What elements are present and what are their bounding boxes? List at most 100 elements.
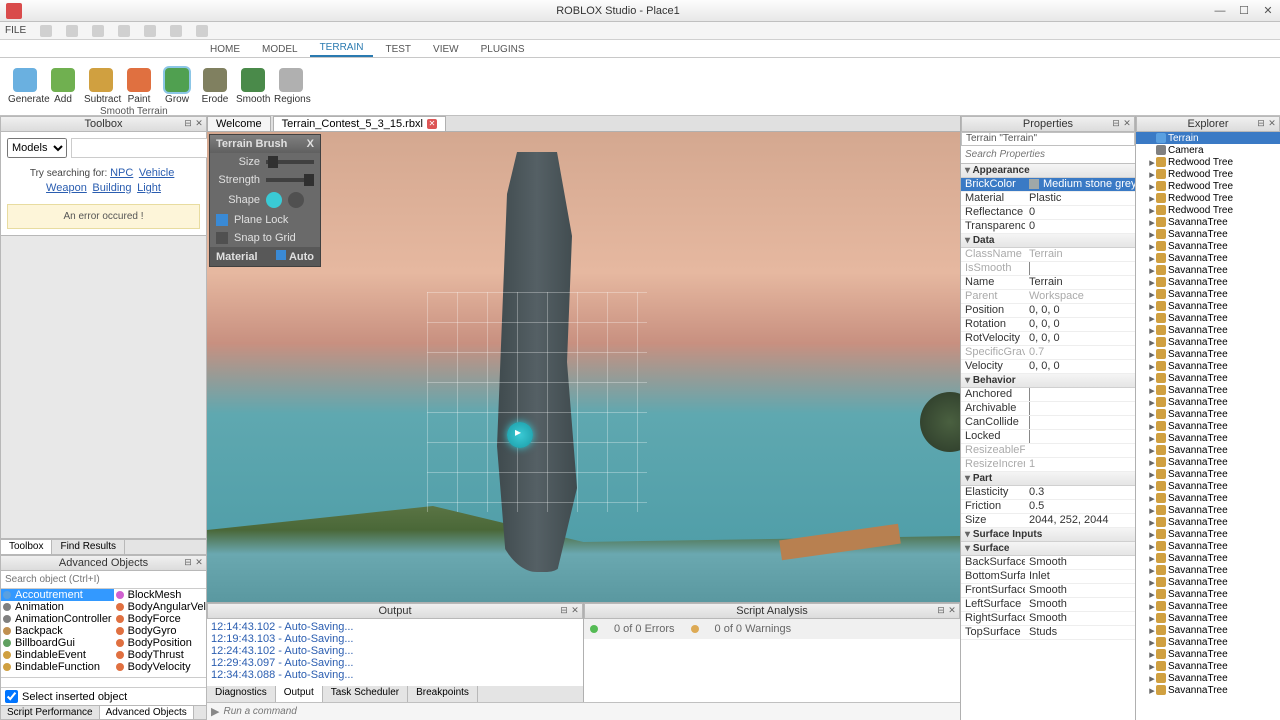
explorer-item[interactable]: ▸SavannaTree [1136,648,1280,660]
tool-smooth[interactable]: Smooth [236,68,270,105]
explorer-item[interactable]: Camera [1136,144,1280,156]
close-icon[interactable]: ✕ [194,557,204,567]
save-icon[interactable] [92,25,104,37]
play-icon[interactable] [170,25,182,37]
tool-subtract[interactable]: Subtract [84,68,118,105]
adv-item[interactable]: BlockMesh [114,589,206,601]
prop-row[interactable]: ParentWorkspace [961,290,1135,304]
prop-row[interactable]: ClassNameTerrain [961,248,1135,262]
explorer-item[interactable]: ▸SavannaTree [1136,288,1280,300]
adv-item[interactable]: Animation [1,601,114,613]
close-icon[interactable]: ✕ [570,605,580,615]
checkbox-icon[interactable] [1029,416,1131,429]
explorer-item[interactable]: ▸SavannaTree [1136,540,1280,552]
close-icon[interactable]: ✕ [427,119,437,129]
ribbon-tab-test[interactable]: TEST [375,42,421,57]
explorer-item[interactable]: ▸SavannaTree [1136,660,1280,672]
pin-icon[interactable]: ⊟ [183,118,193,128]
prop-row[interactable]: ResizeableFaces [961,444,1135,458]
prop-category[interactable]: Surface Inputs [961,528,1135,542]
pin-icon[interactable]: ⊟ [559,605,569,615]
adv-item[interactable]: BodyForce [114,613,206,625]
explorer-item[interactable]: ▸SavannaTree [1136,300,1280,312]
ribbon-tab-terrain[interactable]: TERRAIN [310,40,374,57]
prop-row[interactable]: BackSurfaceSmooth [961,556,1135,570]
prop-category[interactable]: Data [961,234,1135,248]
explorer-item[interactable]: ▸SavannaTree [1136,528,1280,540]
prop-row[interactable]: Transparency0 [961,220,1135,234]
close-icon[interactable]: ✕ [1267,118,1277,128]
checkbox-icon[interactable] [1029,262,1131,275]
output-log[interactable]: 12:14:43.102 - Auto-Saving...12:19:43.10… [207,619,583,686]
tab-advanced-objects[interactable]: Advanced Objects [100,706,194,719]
explorer-item[interactable]: ▸SavannaTree [1136,492,1280,504]
explorer-item[interactable]: ▸SavannaTree [1136,504,1280,516]
explorer-item[interactable]: ▸SavannaTree [1136,336,1280,348]
prop-row[interactable]: ResizeIncrement1 [961,458,1135,472]
tool-paint[interactable]: Paint [122,68,156,105]
prop-row[interactable]: Reflectance0 [961,206,1135,220]
hint-link[interactable]: NPC [110,167,133,179]
adv-item[interactable]: Accoutrement [1,589,114,601]
tool-grow[interactable]: Grow [160,68,194,105]
select-inserted-checkbox[interactable] [5,690,18,703]
explorer-item[interactable]: ▸Redwood Tree [1136,180,1280,192]
open-icon[interactable] [66,25,78,37]
adv-item[interactable]: BindableFunction [1,661,114,673]
explorer-item[interactable]: ▸SavannaTree [1136,432,1280,444]
adv-item[interactable]: BodyAngularVelocity [114,601,206,613]
pin-icon[interactable]: ⊟ [1256,118,1266,128]
doc-tab[interactable]: Welcome [207,116,271,131]
doc-tab[interactable]: Terrain_Contest_5_3_15.rbxl✕ [273,116,446,131]
explorer-item[interactable]: ▸SavannaTree [1136,468,1280,480]
tab-script-performance[interactable]: Script Performance [1,706,100,719]
ribbon-tab-view[interactable]: VIEW [423,42,469,57]
close-button[interactable]: ✕ [1256,2,1280,20]
undo-icon[interactable] [118,25,130,37]
tab-output[interactable]: Output [276,686,323,702]
hint-link[interactable]: Light [137,182,161,194]
pin-icon[interactable]: ⊟ [936,605,946,615]
explorer-item[interactable]: ▸Redwood Tree [1136,204,1280,216]
prop-category[interactable]: Part [961,472,1135,486]
hint-link[interactable]: Weapon [46,182,87,194]
adv-item[interactable]: BodyVelocity [114,661,206,673]
explorer-item[interactable]: ▸SavannaTree [1136,324,1280,336]
prop-row[interactable]: TopSurfaceStuds [961,626,1135,640]
tab-diagnostics[interactable]: Diagnostics [207,686,276,702]
explorer-item[interactable]: ▸SavannaTree [1136,624,1280,636]
prop-row[interactable]: Friction0.5 [961,500,1135,514]
prop-category[interactable]: Appearance [961,164,1135,178]
tool-regions[interactable]: Regions [274,68,308,105]
checkbox-icon[interactable] [1029,402,1131,415]
explorer-item[interactable]: ▸SavannaTree [1136,552,1280,564]
explorer-item[interactable]: ▸SavannaTree [1136,408,1280,420]
explorer-item[interactable]: ▸SavannaTree [1136,636,1280,648]
prop-row[interactable]: BottomSurfaceInlet [961,570,1135,584]
tool-generate[interactable]: Generate [8,68,42,105]
close-icon[interactable]: ✕ [194,118,204,128]
explorer-item[interactable]: ▸SavannaTree [1136,264,1280,276]
shape-sphere-icon[interactable] [266,192,282,208]
redo-icon[interactable] [144,25,156,37]
adv-item[interactable]: BodyGyro [114,625,206,637]
adv-search-input[interactable] [1,571,206,588]
maximize-button[interactable]: ☐ [1232,2,1256,20]
explorer-item[interactable]: ▸SavannaTree [1136,240,1280,252]
explorer-item[interactable]: ▸SavannaTree [1136,360,1280,372]
explorer-item[interactable]: ▸SavannaTree [1136,684,1280,696]
plane-lock-checkbox[interactable] [216,214,228,226]
ribbon-tab-model[interactable]: MODEL [252,42,308,57]
explorer-item[interactable]: ▸Redwood Tree [1136,168,1280,180]
explorer-item[interactable]: ▸SavannaTree [1136,600,1280,612]
tab-find-results[interactable]: Find Results [52,540,125,554]
adv-item[interactable]: BindableEvent [1,649,114,661]
explorer-item[interactable]: ▸SavannaTree [1136,516,1280,528]
prop-row[interactable]: Size2044, 252, 2044 [961,514,1135,528]
explorer-item[interactable]: ▸SavannaTree [1136,252,1280,264]
explorer-item[interactable]: ▸SavannaTree [1136,576,1280,588]
prop-row[interactable]: MaterialPlastic [961,192,1135,206]
checkbox-icon[interactable] [1029,388,1131,401]
close-icon[interactable]: ✕ [947,605,957,615]
prop-row[interactable]: SpecificGravity0.7 [961,346,1135,360]
